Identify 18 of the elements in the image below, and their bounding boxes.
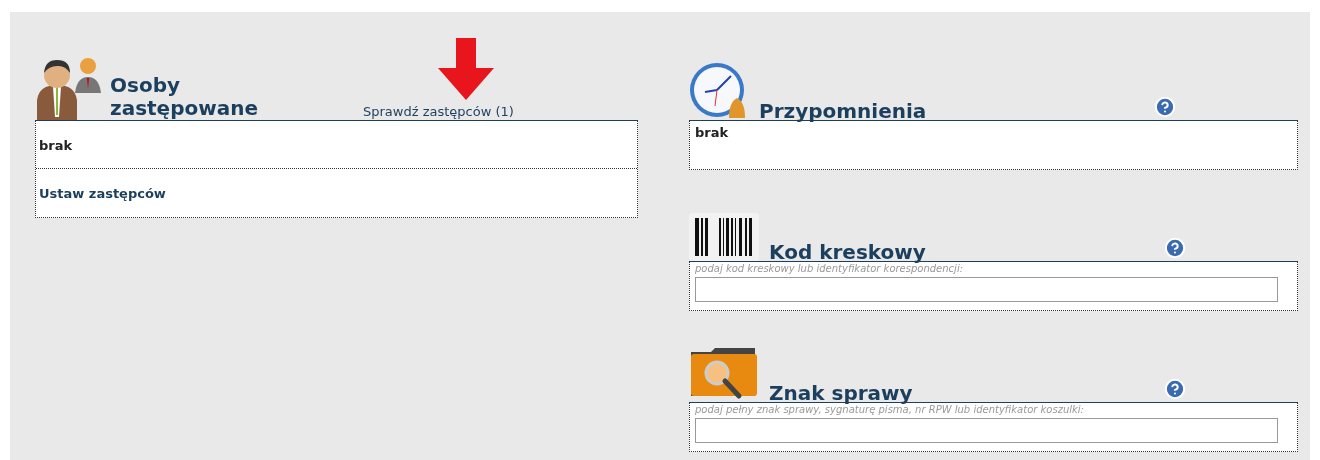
field-hint: podaj pełny znak sprawy, sygnaturę pisma, nr RPW lub identyfikator koszulki:: [695, 404, 1085, 415]
empty-text: brak: [695, 125, 729, 140]
check-substitutes-link[interactable]: Sprawdź zastępców (1): [363, 104, 514, 119]
section-title: Znak sprawy: [769, 382, 914, 405]
input-field[interactable]: [695, 418, 1278, 443]
input-field[interactable]: [695, 277, 1278, 302]
section-title: Kod kreskowy: [769, 241, 926, 264]
section-title: Przypomnienia: [759, 100, 928, 123]
help-icon[interactable]: [1164, 237, 1186, 259]
set-substitutes-link[interactable]: Ustaw zastępców: [39, 186, 166, 201]
field-hint: podaj kod kreskowy lub identyfikator korespondencji:: [695, 263, 965, 274]
barcode-icon: [689, 213, 759, 261]
help-icon[interactable]: [1164, 378, 1186, 400]
section-title: Osoby zastępowane: [110, 74, 259, 120]
empty-text: brak: [39, 138, 73, 153]
help-icon[interactable]: [1154, 96, 1176, 118]
arrow-icon: [438, 38, 494, 100]
folder-search-icon: [689, 346, 759, 402]
